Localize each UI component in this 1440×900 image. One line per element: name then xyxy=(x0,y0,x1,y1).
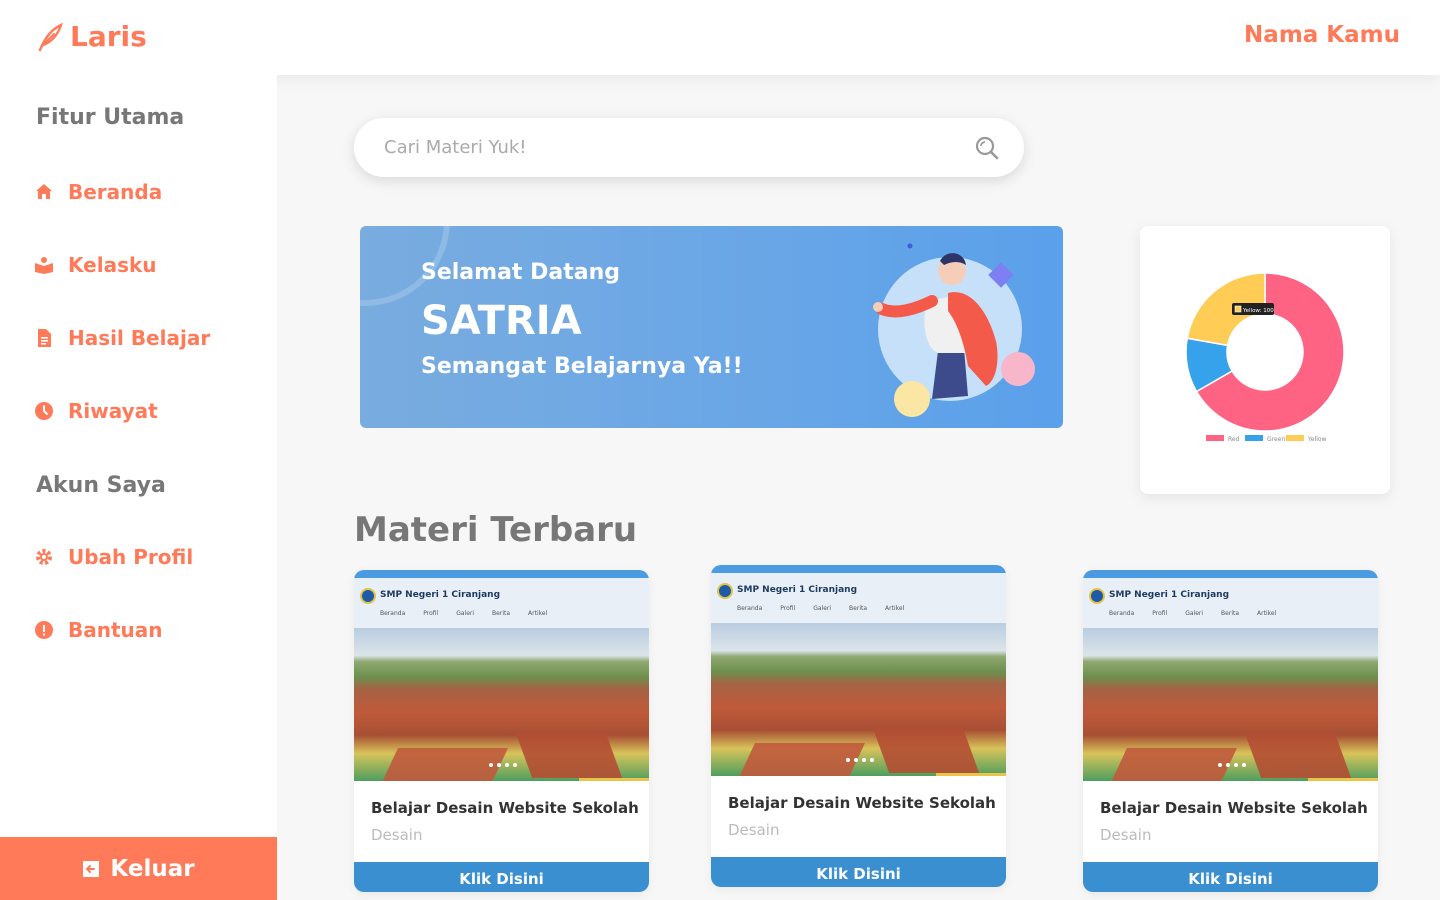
info-icon xyxy=(35,621,53,639)
course-thumbnail: SMP Negeri 1 Ciranjang Beranda Profil Ga… xyxy=(354,570,649,781)
thumbnail-header: SMP Negeri 1 Ciranjang Beranda Profil Ga… xyxy=(1083,578,1378,628)
thumbnail-school-name: SMP Negeri 1 Ciranjang xyxy=(1109,590,1230,600)
carousel-dots xyxy=(846,758,874,762)
thumbnail-nav-item: Beranda xyxy=(1109,610,1135,617)
course-title: Belajar Desain Website Sekolah xyxy=(371,799,639,817)
search-icon[interactable] xyxy=(974,135,1000,161)
welcome-banner: Selamat Datang SATRIA Semangat Belajarny… xyxy=(360,226,1063,428)
course-card[interactable]: SMP Negeri 1 Ciranjang Beranda Profil Ga… xyxy=(711,565,1006,887)
course-thumbnail: SMP Negeri 1 Ciranjang Beranda Profil Ga… xyxy=(711,565,1006,776)
sidebar-item-label: Beranda xyxy=(68,180,163,204)
course-card[interactable]: SMP Negeri 1 Ciranjang Beranda Profil Ga… xyxy=(1083,570,1378,892)
thumbnail-nav: Beranda Profil Galeri Berita Artikel xyxy=(380,610,547,617)
school-logo-icon xyxy=(360,588,376,604)
sidebar: Laris Fitur Utama Beranda Kelasku Hasil … xyxy=(0,0,277,900)
course-title: Belajar Desain Website Sekolah xyxy=(728,794,996,812)
sidebar-item-bantuan[interactable]: Bantuan xyxy=(34,618,163,642)
sidebar-item-riwayat[interactable]: Riwayat xyxy=(34,399,158,423)
logout-icon xyxy=(83,860,100,877)
chart-tooltip: Yellow: 100 xyxy=(1232,303,1274,315)
thumbnail-school-name: SMP Negeri 1 Ciranjang xyxy=(380,590,501,600)
donut-chart[interactable]: Yellow: 100 Red Green Yellow xyxy=(1140,226,1390,494)
school-logo-icon xyxy=(717,583,733,599)
clock-icon xyxy=(35,402,53,420)
thumbnail-nav-item: Artikel xyxy=(1257,610,1277,617)
donut-chart-card: Yellow: 100 Red Green Yellow xyxy=(1140,226,1390,494)
thumbnail-header: SMP Negeri 1 Ciranjang Beranda Profil Ga… xyxy=(711,573,1006,623)
gear-icon xyxy=(36,549,52,565)
thumbnail-nav-item: Galeri xyxy=(456,610,475,617)
chart-tooltip-text: Yellow: 100 xyxy=(1242,308,1274,314)
logout-button[interactable]: Keluar xyxy=(0,837,277,900)
course-button[interactable]: Klik Disini xyxy=(711,857,1006,887)
legend-item-green[interactable]: Green xyxy=(1245,435,1285,443)
latest-materials-title: Materi Terbaru xyxy=(354,510,638,550)
legend-label: Green xyxy=(1267,436,1285,443)
thumbnail-topbar xyxy=(1083,570,1378,578)
course-category: Desain xyxy=(1100,826,1152,844)
thumbnail-nav-item: Profil xyxy=(423,610,439,617)
thumbnail-nav-item: Berita xyxy=(849,605,868,612)
thumbnail-header: SMP Negeri 1 Ciranjang Beranda Profil Ga… xyxy=(354,578,649,628)
thumbnail-nav-item: Artikel xyxy=(528,610,548,617)
thumbnail-nav-item: Artikel xyxy=(885,605,905,612)
thumbnail-nav-item: Beranda xyxy=(380,610,406,617)
sidebar-item-label: Kelasku xyxy=(68,253,157,277)
sidebar-item-label: Riwayat xyxy=(68,399,158,423)
course-button[interactable]: Klik Disini xyxy=(354,862,649,892)
course-title: Belajar Desain Website Sekolah xyxy=(1100,799,1368,817)
greeting-text: Selamat Datang xyxy=(421,260,620,285)
thumbnail-topbar xyxy=(354,570,649,578)
sidebar-item-label: Ubah Profil xyxy=(68,545,194,569)
student-illustration xyxy=(873,243,1035,417)
sidebar-item-label: Hasil Belajar xyxy=(68,326,211,350)
search-bar xyxy=(354,118,1024,177)
thumbnail-nav-item: Berita xyxy=(492,610,511,617)
carousel-dots xyxy=(1218,763,1246,767)
user-name[interactable]: Nama Kamu xyxy=(1244,22,1400,48)
thumbnail-nav: Beranda Profil Galeri Berita Artikel xyxy=(1109,610,1276,617)
section-title-account: Akun Saya xyxy=(36,473,166,498)
student-name: SATRIA xyxy=(421,298,582,344)
thumbnail-nav-item: Galeri xyxy=(813,605,832,612)
thumbnail-nav-item: Profil xyxy=(1152,610,1168,617)
sidebar-item-kelasku[interactable]: Kelasku xyxy=(34,253,157,277)
document-icon xyxy=(38,329,51,347)
logout-label: Keluar xyxy=(110,855,195,882)
motivation-text: Semangat Belajarnya Ya!! xyxy=(421,354,743,379)
school-logo-icon xyxy=(1089,588,1105,604)
thumbnail-nav-item: Berita xyxy=(1221,610,1240,617)
thumbnail-topbar xyxy=(711,565,1006,573)
book-icon xyxy=(35,257,53,274)
sidebar-item-ubah-profil[interactable]: Ubah Profil xyxy=(34,545,193,569)
thumbnail-nav: Beranda Profil Galeri Berita Artikel xyxy=(737,605,904,612)
thumbnail-nav-item: Profil xyxy=(780,605,796,612)
section-title-main: Fitur Utama xyxy=(36,105,185,130)
sidebar-item-beranda[interactable]: Beranda xyxy=(34,180,162,204)
thumbnail-nav-item: Beranda xyxy=(737,605,763,612)
course-card[interactable]: SMP Negeri 1 Ciranjang Beranda Profil Ga… xyxy=(354,570,649,892)
legend-item-red[interactable]: Red xyxy=(1206,435,1240,443)
course-category: Desain xyxy=(371,826,423,844)
legend-label: Red xyxy=(1228,436,1240,443)
course-thumbnail: SMP Negeri 1 Ciranjang Beranda Profil Ga… xyxy=(1083,570,1378,781)
search-input[interactable] xyxy=(384,118,944,177)
feather-icon xyxy=(38,22,64,51)
brand-name: Laris xyxy=(70,20,147,53)
school-aerial-photo xyxy=(1083,628,1378,781)
thumbnail-school-name: SMP Negeri 1 Ciranjang xyxy=(737,585,858,595)
school-aerial-photo xyxy=(354,628,649,781)
legend-item-yellow[interactable]: Yellow xyxy=(1286,435,1327,443)
course-category: Desain xyxy=(728,821,780,839)
sidebar-item-label: Bantuan xyxy=(68,618,163,642)
sidebar-item-hasil-belajar[interactable]: Hasil Belajar xyxy=(34,326,210,350)
course-button[interactable]: Klik Disini xyxy=(1083,862,1378,892)
school-aerial-photo xyxy=(711,623,1006,776)
logo[interactable]: Laris xyxy=(36,20,147,53)
home-icon xyxy=(36,184,52,199)
thumbnail-nav-item: Galeri xyxy=(1185,610,1204,617)
legend-label: Yellow xyxy=(1307,436,1327,443)
carousel-dots xyxy=(489,763,517,767)
